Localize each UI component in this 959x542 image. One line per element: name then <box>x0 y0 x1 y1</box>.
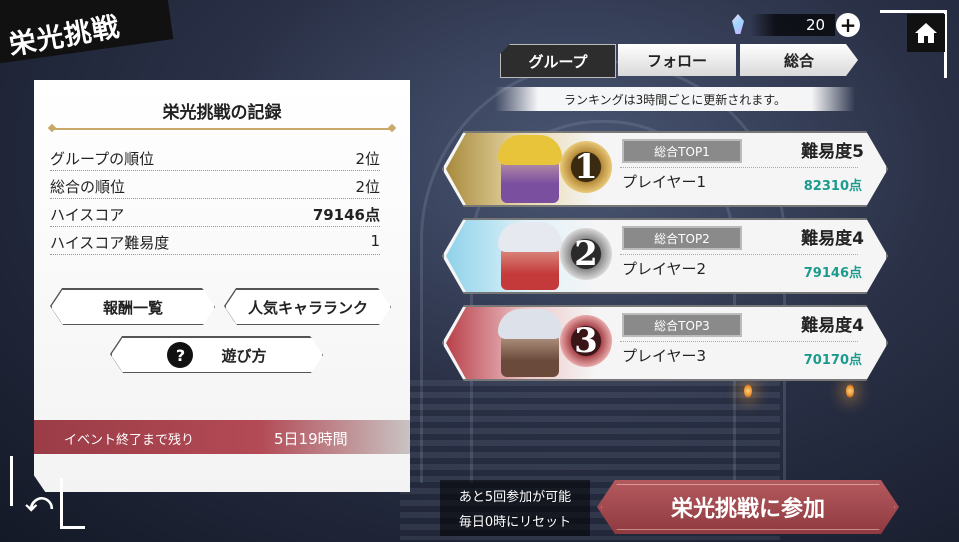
rank-badge: 総合TOP2 <box>622 226 742 250</box>
panel-divider <box>52 128 392 130</box>
corner-bracket <box>944 50 947 78</box>
torch-icon <box>744 384 752 398</box>
avatar-hair <box>498 222 562 252</box>
home-icon <box>915 23 937 43</box>
stat-label: ハイスコア難易度 <box>50 234 170 252</box>
player-score: 82310点 <box>803 179 862 194</box>
join-challenge-label: 栄光挑戦に参加 <box>670 497 825 522</box>
rank-badge: 総合TOP3 <box>622 313 742 337</box>
ranking-card-1[interactable]: 1 総合TOP1 難易度5 プレイヤー1 82310点 <box>442 131 888 207</box>
how-to-play-label: 遊び方 <box>221 346 267 365</box>
card-divider <box>620 341 858 342</box>
stat-label: グループの順位 <box>50 150 155 168</box>
record-title: 栄光挑戦の記録 <box>162 103 282 123</box>
add-currency-button[interactable]: + <box>836 13 860 37</box>
difficulty-label: 難易度4 <box>801 316 864 336</box>
remaining-attempts-text: あと5回参加が可能 <box>458 490 572 505</box>
stat-row-high-score: ハイスコア 79146点 <box>50 198 380 227</box>
stat-value: 2位 <box>355 178 380 196</box>
torch-icon <box>846 384 854 398</box>
card-divider <box>620 167 858 168</box>
join-challenge-button[interactable]: 栄光挑戦に参加 <box>597 480 899 534</box>
stat-row-overall-rank: 総合の順位 2位 <box>50 170 380 199</box>
tab-follow[interactable]: フォロー <box>618 44 736 76</box>
stat-value: 79146点 <box>312 206 380 224</box>
event-remaining-value: 5日19時間 <box>274 430 348 448</box>
difficulty-label: 難易度5 <box>801 142 864 162</box>
event-remaining-bar: イベント終了まで残り 5日19時間 <box>34 420 410 454</box>
rank-medal-2: 2 <box>560 228 612 280</box>
divider-diamond-icon <box>47 123 57 133</box>
player-score: 70170点 <box>803 353 862 368</box>
stat-label: ハイスコア <box>50 206 125 224</box>
rank-medal-3: 3 <box>560 315 612 367</box>
update-notice: ランキングは3時間ごとに更新されます。 <box>495 87 855 111</box>
reset-info-text: 毎日0時にリセット <box>458 515 572 530</box>
stat-row-group-rank: グループの順位 2位 <box>50 142 380 171</box>
rewards-list-button[interactable]: 報酬一覧 <box>51 289 215 325</box>
player-score: 79146点 <box>803 266 862 281</box>
back-button[interactable]: ⤺ <box>18 482 60 524</box>
stat-value: 2位 <box>355 150 380 168</box>
player-name: プレイヤー1 <box>622 173 707 191</box>
event-remaining-label: イベント終了まで残り <box>64 433 195 448</box>
tab-overall[interactable]: 総合 <box>740 44 858 76</box>
rank-medal-1: 1 <box>560 141 612 193</box>
ranking-card-2[interactable]: 2 総合TOP2 難易度4 プレイヤー2 79146点 <box>442 218 888 294</box>
player-name: プレイヤー2 <box>622 260 707 278</box>
home-button[interactable] <box>907 14 945 52</box>
back-arrow-icon: ⤺ <box>25 487 53 518</box>
stat-row-high-score-difficulty: ハイスコア難易度 1 <box>50 226 380 255</box>
avatar-hair <box>498 309 562 339</box>
difficulty-label: 難易度4 <box>801 229 864 249</box>
join-info: あと5回参加が可能 毎日0時にリセット <box>440 480 590 536</box>
stat-value: 1 <box>370 232 380 250</box>
player-name: プレイヤー3 <box>622 347 707 365</box>
crystal-icon <box>732 14 744 34</box>
currency-amount: 20 <box>806 16 826 34</box>
tab-group[interactable]: グループ <box>500 44 616 78</box>
rank-badge: 総合TOP1 <box>622 139 742 163</box>
corner-bracket <box>10 456 13 506</box>
help-icon: ? <box>167 342 193 368</box>
stat-label: 総合の順位 <box>50 178 126 196</box>
avatar-hair <box>498 135 562 165</box>
divider-diamond-icon <box>387 123 397 133</box>
how-to-play-button[interactable]: ? 遊び方 <box>111 337 323 373</box>
record-panel: 栄光挑戦の記録 グループの順位 2位 総合の順位 2位 ハイスコア 79146点… <box>34 80 410 492</box>
corner-bracket <box>60 478 85 529</box>
card-divider <box>620 254 858 255</box>
popular-character-ranking-button[interactable]: 人気キャラランク <box>225 289 391 325</box>
ranking-card-3[interactable]: 3 総合TOP3 難易度4 プレイヤー3 70170点 <box>442 305 888 381</box>
